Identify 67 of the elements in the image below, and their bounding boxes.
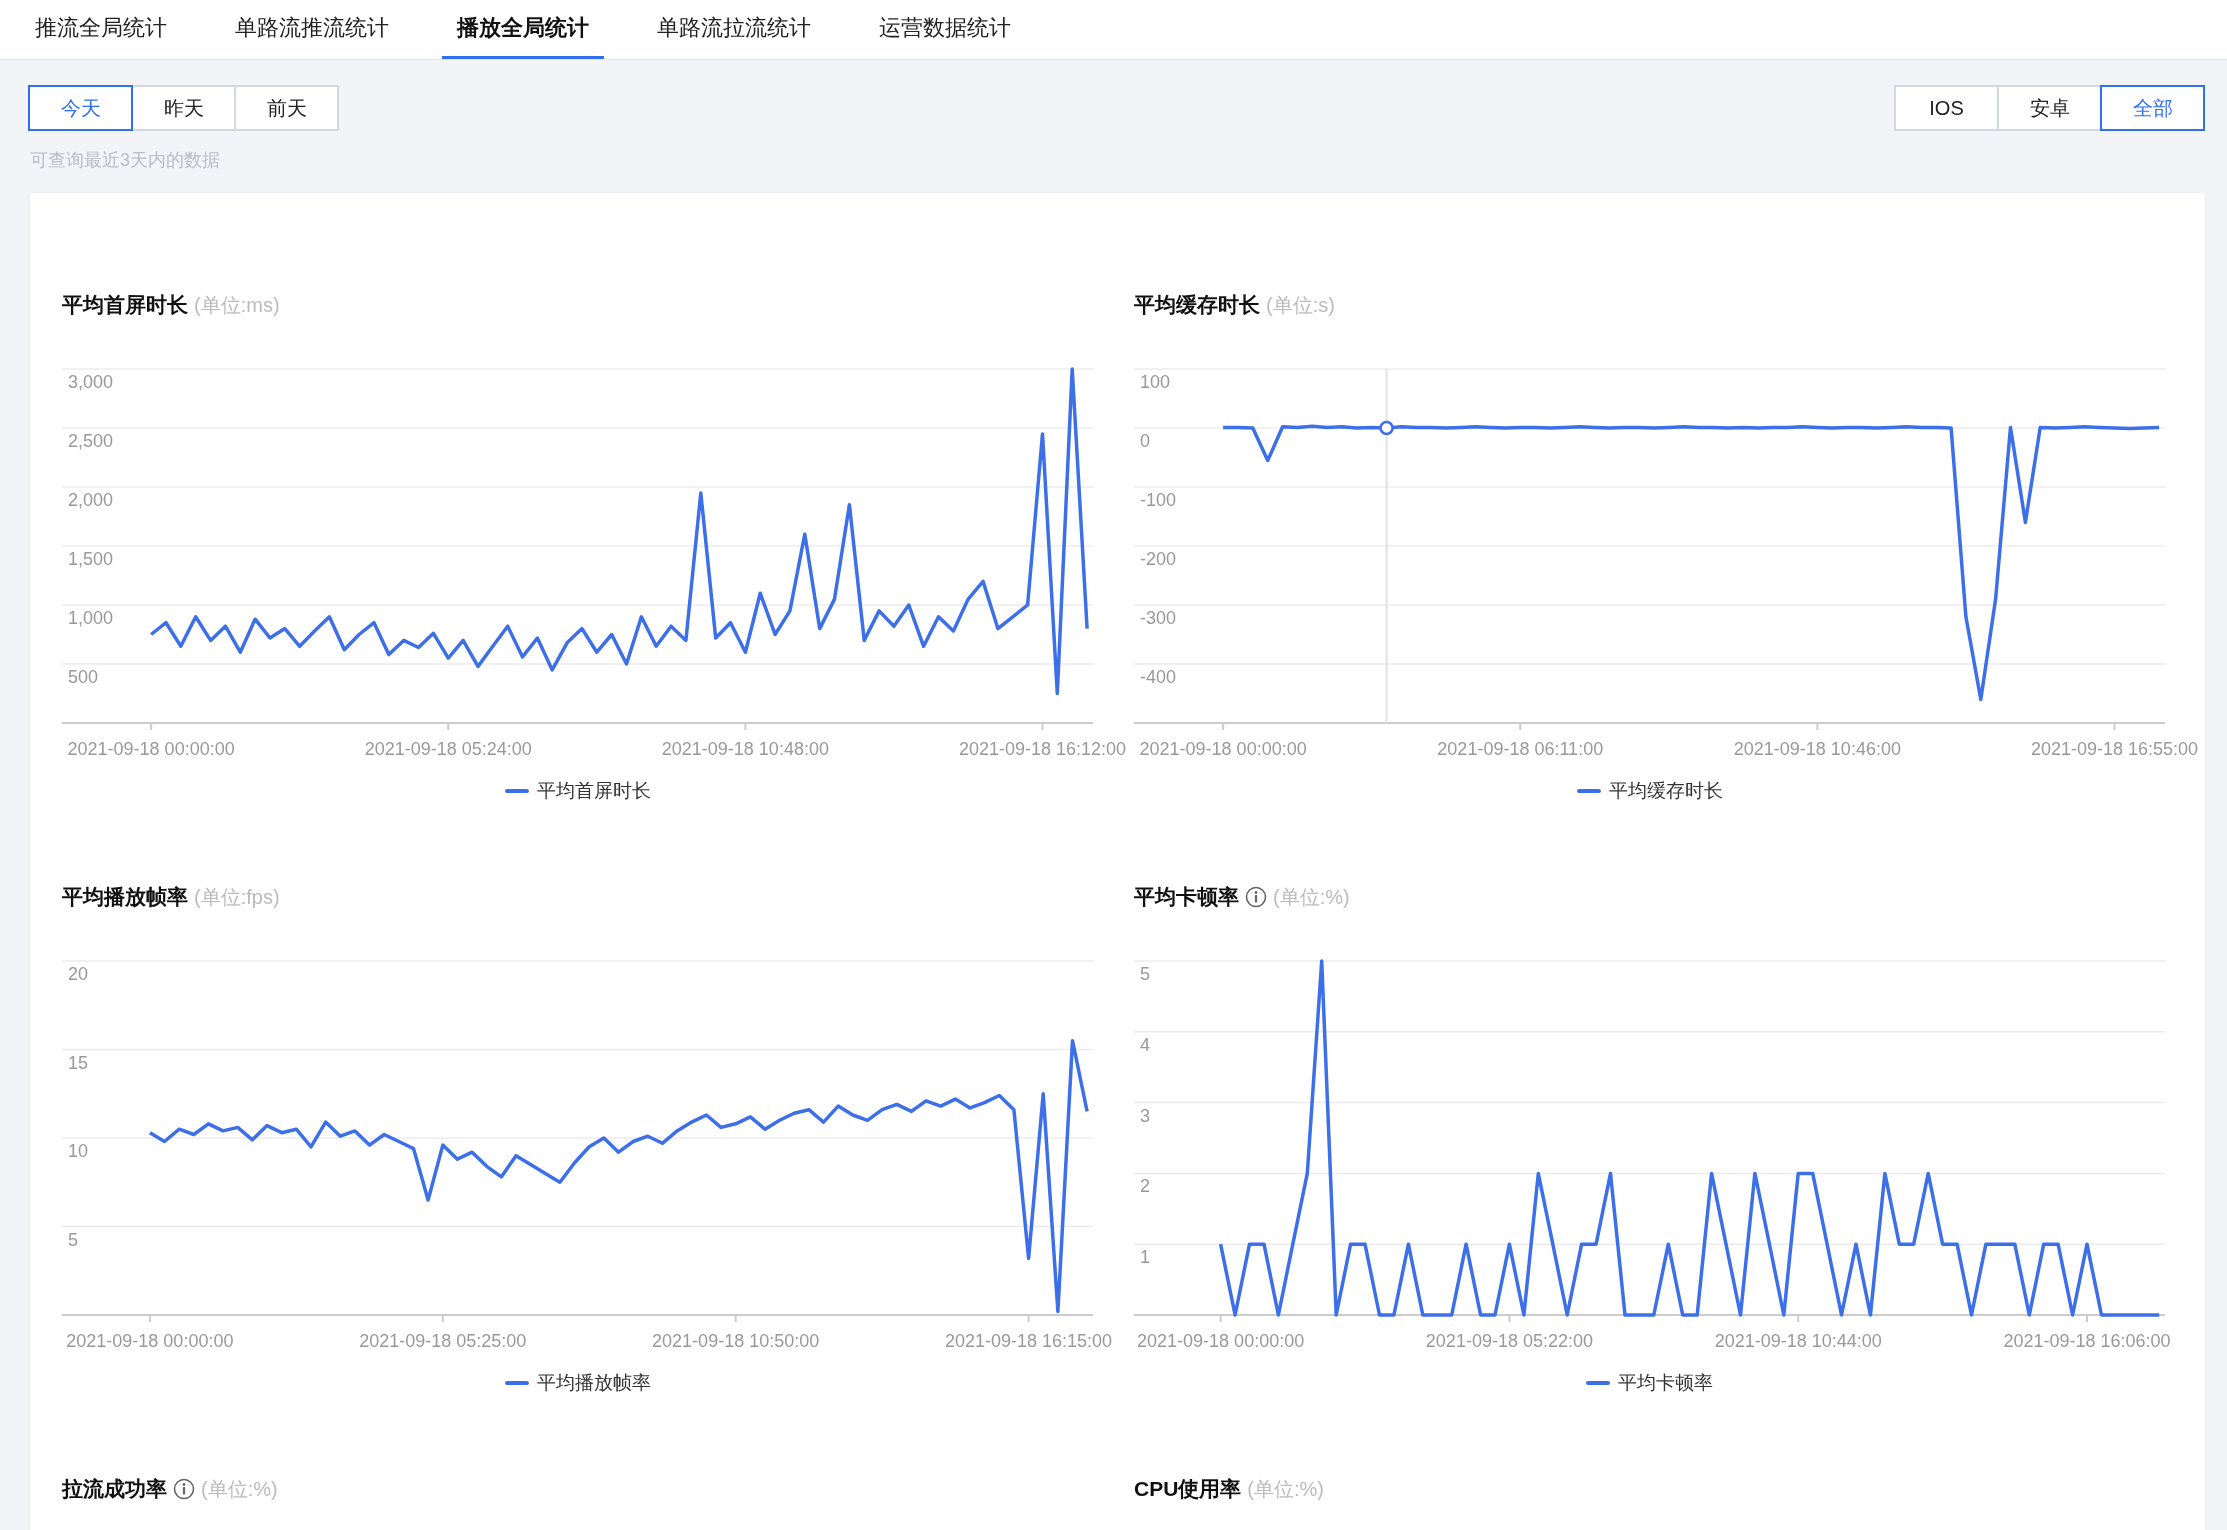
axis-label: -200 xyxy=(1140,549,1177,569)
legend-item[interactable]: 平均卡顿率 xyxy=(1586,1371,1713,1395)
axis-label: 2021-09-18 10:46:00 xyxy=(1733,739,1901,759)
axis-label: 2021-09-18 16:55:00 xyxy=(2030,739,2199,759)
filter-button[interactable]: 前天 xyxy=(234,85,339,131)
axis-label: 4 xyxy=(1140,1034,1150,1055)
axis-label: 2021-09-18 10:48:00 xyxy=(661,739,829,759)
chart-title: 平均首屏时长 xyxy=(62,292,188,318)
unit-label: (单位:fps) xyxy=(194,884,280,910)
tab[interactable]: 播放全局统计 xyxy=(442,0,604,59)
filter-button[interactable]: 安卓 xyxy=(1997,85,2102,131)
axis-label: 2021-09-18 00:00:00 xyxy=(67,739,235,759)
axis-label: 2021-09-18 00:00:00 xyxy=(1139,739,1307,759)
chart-title: 平均卡顿率 xyxy=(1134,884,1239,910)
axis-label: -100 xyxy=(1140,490,1177,510)
axis-label: -400 xyxy=(1140,667,1177,687)
hint-text: 可查询最近3天内的数据 xyxy=(30,149,220,172)
legend-item[interactable]: 平均首屏时长 xyxy=(504,779,651,803)
axis-label: 2021-09-18 05:22:00 xyxy=(1425,1331,1593,1351)
axis-label: 2 xyxy=(1140,1176,1150,1197)
tab[interactable]: 单路流拉流统计 xyxy=(642,0,826,59)
axis-label: 100 xyxy=(1140,372,1171,392)
filter-button[interactable]: 昨天 xyxy=(131,85,236,131)
axis-label: 1,000 xyxy=(68,608,114,628)
axis-label: -300 xyxy=(1140,608,1177,628)
axis-label: 3 xyxy=(1140,1105,1150,1126)
filter-button[interactable]: 今天 xyxy=(28,85,133,131)
tab[interactable]: 单路流推流统计 xyxy=(220,0,404,59)
tab[interactable]: 运营数据统计 xyxy=(864,0,1026,59)
axis-label: 2,500 xyxy=(68,431,114,451)
chart-title: CPU使用率 xyxy=(1134,1476,1242,1502)
unit-label: (单位:%) xyxy=(1273,884,1350,910)
unit-label: (单位:ms) xyxy=(194,292,280,318)
axis-label: 3,000 xyxy=(68,372,114,392)
axis-label: 5 xyxy=(68,1229,78,1250)
axis-label: 2021-09-18 10:50:00 xyxy=(652,1331,820,1351)
legend-item[interactable]: 平均缓存时长 xyxy=(1576,779,1723,803)
axis-label: 5 xyxy=(1140,964,1150,984)
axis-label: 2021-09-18 10:44:00 xyxy=(1714,1331,1882,1351)
chart-title: 平均播放帧率 xyxy=(62,884,188,910)
tab[interactable]: 推流全局统计 xyxy=(20,0,182,59)
unit-label: (单位:s) xyxy=(1266,292,1335,318)
legend-item[interactable]: 平均播放帧率 xyxy=(504,1371,651,1395)
axis-label: 2021-09-18 05:25:00 xyxy=(359,1331,527,1351)
chart-title: 平均缓存时长 xyxy=(1134,292,1260,318)
axis-label: 1,500 xyxy=(68,549,114,569)
axis-label: 2021-09-18 06:11:00 xyxy=(1437,739,1604,759)
filter-button[interactable]: IOS xyxy=(1894,85,1999,131)
chart-title: 拉流成功率 xyxy=(62,1476,167,1502)
axis-label: 500 xyxy=(68,667,99,687)
axis-label: 2021-09-18 00:00:00 xyxy=(1137,1331,1305,1351)
axis-label: 2021-09-18 16:15:00 xyxy=(945,1331,1113,1351)
axis-label: 2,000 xyxy=(68,490,114,510)
axis-label: 15 xyxy=(68,1052,89,1073)
info-icon[interactable] xyxy=(1245,886,1267,908)
axis-label: 2021-09-18 00:00:00 xyxy=(66,1331,234,1351)
axis-label: 2021-09-18 16:12:00 xyxy=(958,739,1127,759)
filter-button[interactable]: 全部 xyxy=(2100,85,2205,131)
info-icon[interactable] xyxy=(173,1478,195,1500)
unit-label: (单位:%) xyxy=(1247,1476,1324,1502)
axis-label: 20 xyxy=(68,964,89,984)
axis-label: 1 xyxy=(1140,1247,1150,1268)
unit-label: (单位:%) xyxy=(201,1476,278,1502)
axis-label: 2021-09-18 16:06:00 xyxy=(2003,1331,2171,1351)
axis-label: 10 xyxy=(68,1141,89,1161)
axis-label: 0 xyxy=(1140,431,1150,451)
axis-label: 2021-09-18 05:24:00 xyxy=(364,739,532,759)
